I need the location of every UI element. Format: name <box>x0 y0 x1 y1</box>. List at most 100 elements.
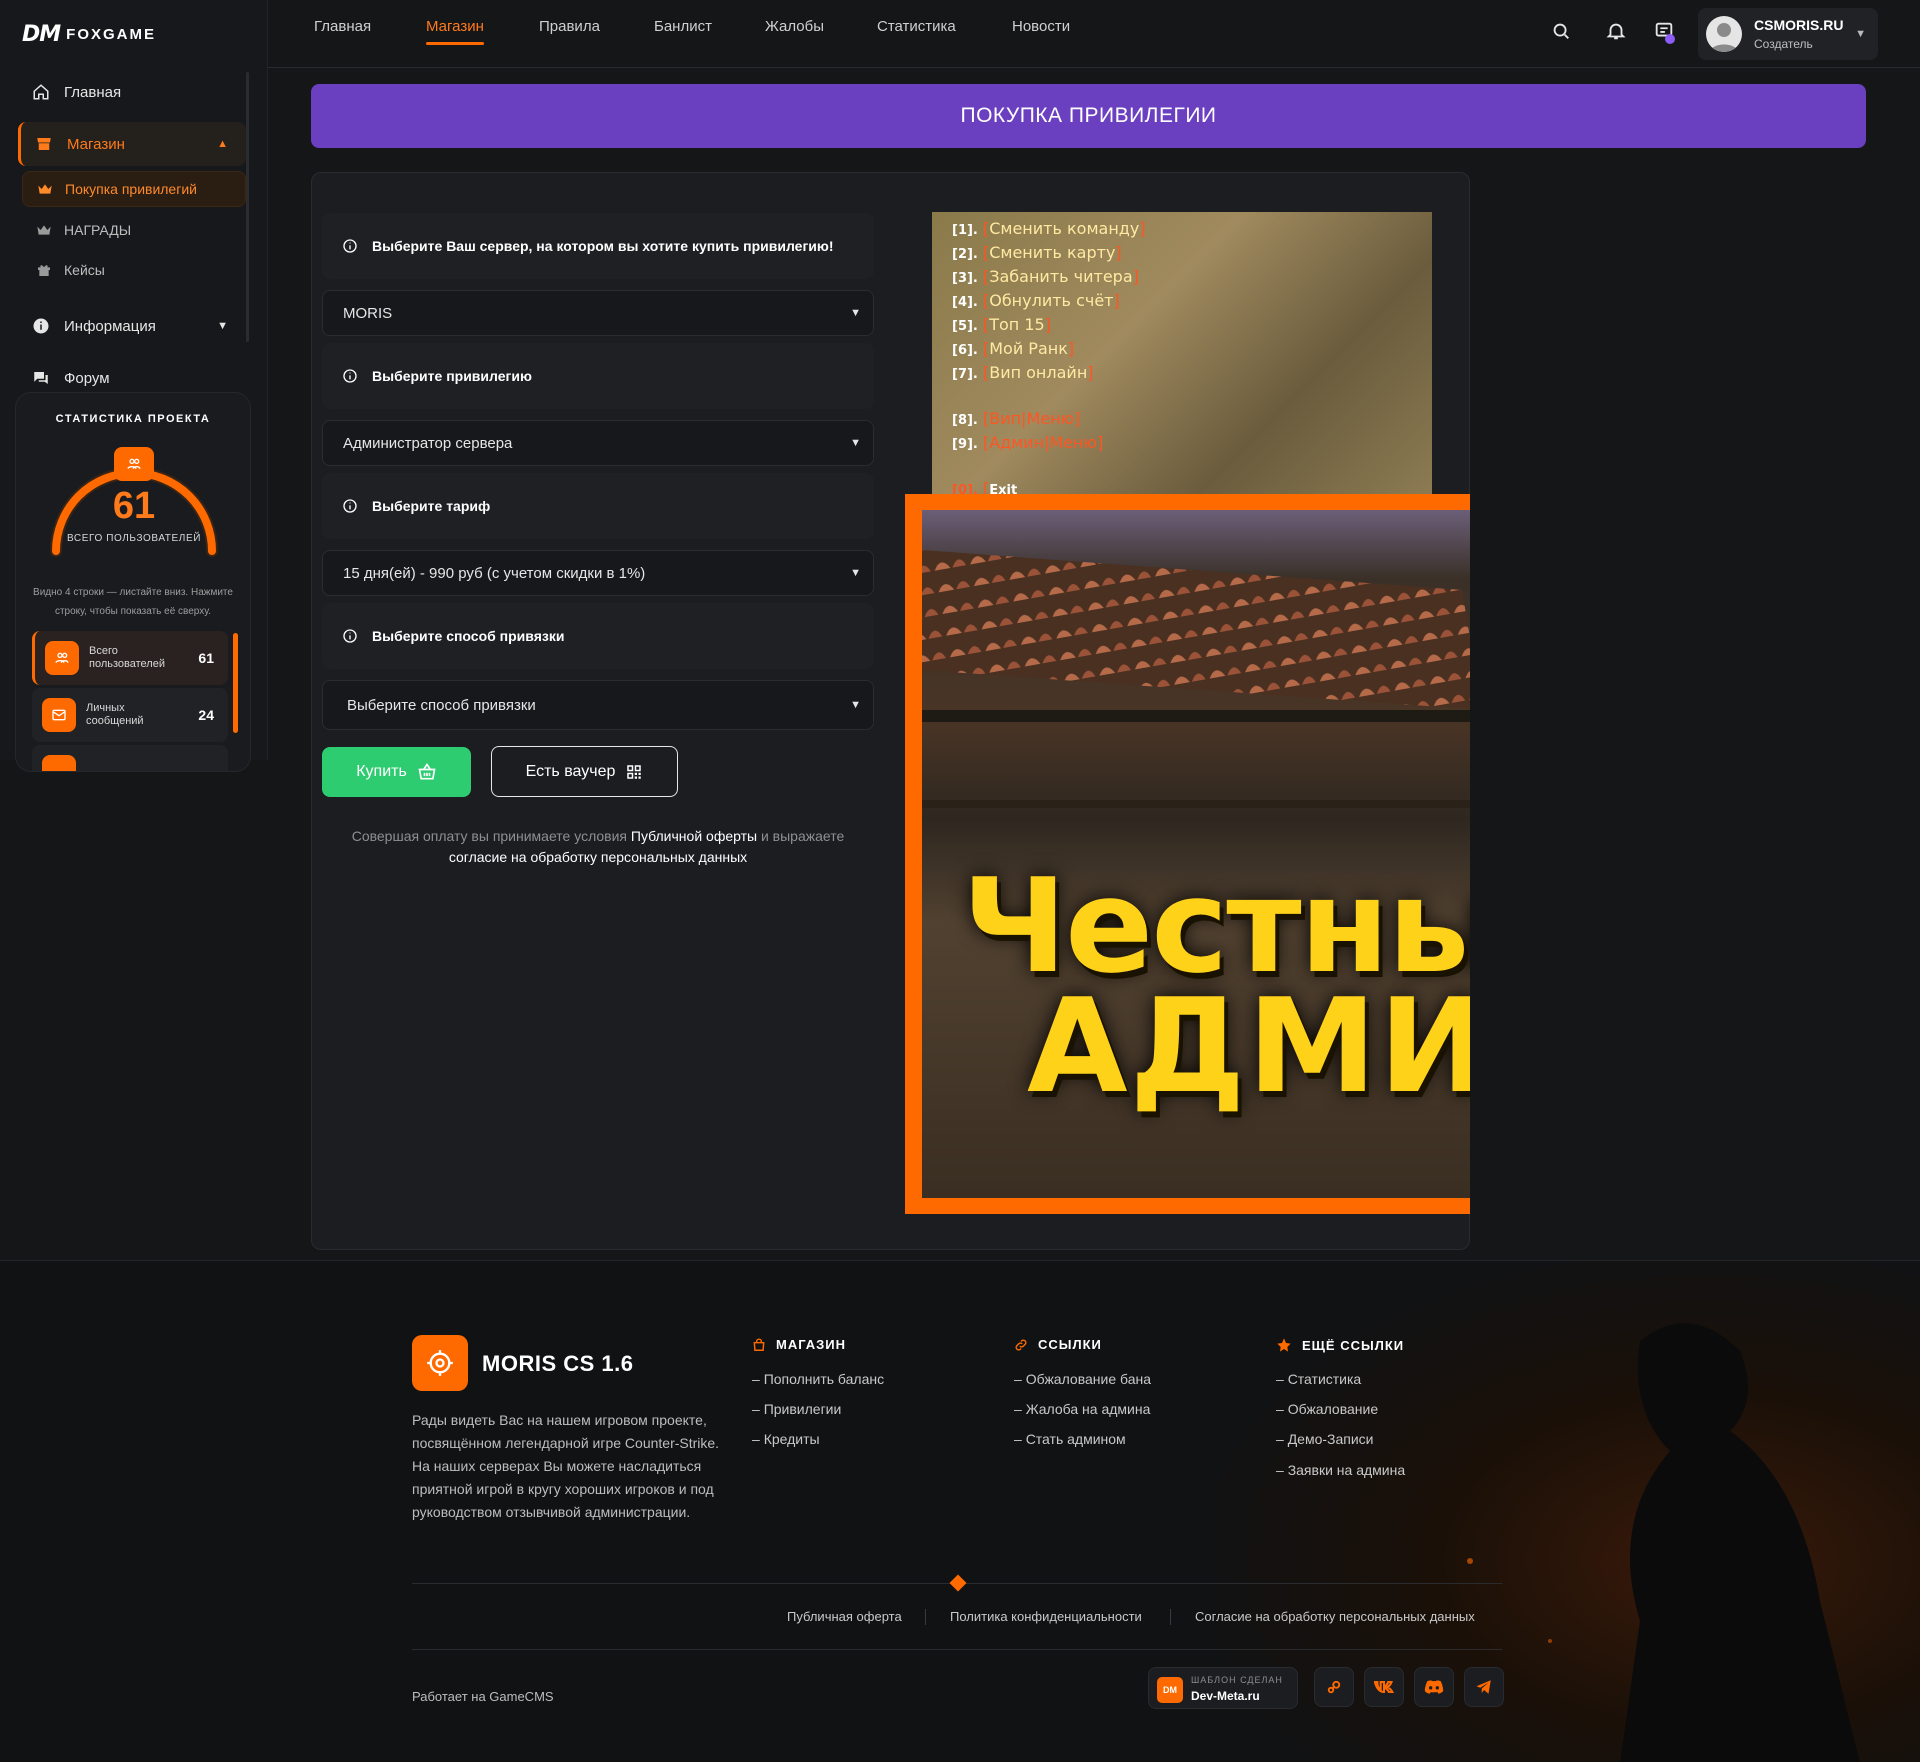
sidebar-item-label: Главная <box>64 83 122 101</box>
binding-select[interactable]: Выберите способ привязки ▼ <box>322 680 874 730</box>
topnav-rules[interactable]: Правила <box>539 18 600 35</box>
sidebar-scrollbar[interactable] <box>246 72 249 342</box>
footer-shop-heading: МАГАЗИН <box>752 1337 846 1352</box>
footer-separator <box>925 1609 926 1625</box>
voucher-button[interactable]: Есть ваучер <box>491 746 678 797</box>
menu-line-num: [3]. <box>952 271 978 286</box>
user-menu[interactable]: CSMORIS.RU Создатель ▼ <box>1698 8 1878 60</box>
store-icon <box>37 138 51 150</box>
sidebar-subitem-cases[interactable]: Кейсы <box>22 252 246 288</box>
menu-line: [4]. [Обнулить счёт] <box>952 291 1120 310</box>
footer-brand: MORIS CS 1.6 <box>482 1351 634 1376</box>
sidebar: DM FOXGAME Главная Магазин ▲ Покупка при… <box>0 0 268 772</box>
menu-line-text: Сменить команду <box>989 219 1140 238</box>
logo-dm: DM <box>22 22 61 47</box>
sidebar-item-info[interactable]: Информация ▼ <box>18 304 246 348</box>
footer-link[interactable]: – Обжалование бана <box>1014 1371 1151 1387</box>
footer-more-title: ЕЩЁ ССЫЛКИ <box>1302 1337 1405 1353</box>
footer-link[interactable]: – Обжалование <box>1276 1401 1378 1417</box>
stat-row-messages[interactable]: Личных сообщений 24 <box>32 688 228 742</box>
avatar <box>1706 16 1742 52</box>
footer-link[interactable]: – Жалоба на админа <box>1014 1401 1150 1417</box>
menu-line: [3]. [Забанить читера] <box>952 267 1139 286</box>
server-select-value: MORIS <box>343 304 393 322</box>
sidebar-subitem-label: Покупка привилегий <box>65 181 197 197</box>
menu-line-num: [2]. <box>952 247 978 262</box>
site-logo[interactable]: DM FOXGAME <box>22 22 156 47</box>
stat-row-partial[interactable] <box>32 745 228 771</box>
menu-line-num: [1]. <box>952 223 978 238</box>
tariff-hint-text: Выберите тариф <box>372 498 491 514</box>
sidebar-subitem-privileges[interactable]: Покупка привилегий <box>22 171 246 207</box>
basket-icon <box>418 762 436 780</box>
buy-button[interactable]: Купить <box>322 747 471 797</box>
footer-link[interactable]: – Демо-Записи <box>1276 1431 1374 1447</box>
footer-personal-data-consent[interactable]: Согласие на обработку персональных данны… <box>1195 1609 1475 1624</box>
stats-scrollbar[interactable] <box>233 633 238 733</box>
sidebar-item-label: Информация <box>64 317 156 335</box>
footer-links-heading: ССЫЛКИ <box>1014 1337 1102 1352</box>
footer-separator <box>1170 1609 1171 1625</box>
template-credit-site: Dev-Meta.ru <box>1191 1689 1260 1703</box>
topnav-news[interactable]: Новости <box>1012 18 1070 35</box>
topnav-banlist[interactable]: Банлист <box>654 18 712 35</box>
menu-line: [7]. [Вип онлайн] <box>952 363 1094 382</box>
footer-link[interactable]: – Заявки на админа <box>1276 1462 1405 1478</box>
public-offer-link[interactable]: Публичной оферты <box>631 828 757 844</box>
buy-button-label: Купить <box>356 763 407 780</box>
personal-data-consent-link[interactable]: согласие на обработку персональных данны… <box>449 849 747 865</box>
topnav-shop[interactable]: Магазин <box>426 18 484 45</box>
stat-row-users[interactable]: Всего пользователей 61 <box>32 631 228 685</box>
menu-line-text: Сменить карту <box>989 243 1116 262</box>
footer-link[interactable]: – Кредиты <box>752 1431 820 1447</box>
sidebar-subitem-rewards[interactable]: НАГРАДЫ <box>22 212 246 248</box>
qr-code-icon <box>627 764 642 779</box>
menu-line: [5]. [Топ 15] <box>952 315 1051 334</box>
sidebar-item-shop[interactable]: Магазин ▲ <box>18 122 246 166</box>
menu-line: [8]. [Вип|Меню] <box>952 409 1081 428</box>
discord-icon[interactable] <box>1414 1667 1454 1707</box>
steam-icon[interactable] <box>1314 1667 1354 1707</box>
tariff-select[interactable]: 15 дня(ей) - 990 руб (с учетом скидки в … <box>322 550 874 596</box>
footer-link[interactable]: – Статистика <box>1276 1371 1361 1387</box>
server-select[interactable]: MORIS ▼ <box>322 290 874 336</box>
chevron-down-icon: ▼ <box>850 307 861 319</box>
footer-description: Рады видеть Вас на нашем игровом проекте… <box>412 1412 720 1520</box>
footer-privacy-policy[interactable]: Политика конфиденциальности <box>950 1609 1142 1624</box>
sidebar-item-home[interactable]: Главная <box>18 70 246 114</box>
menu-line-text: Exit <box>989 483 1018 494</box>
menu-line-num: [7]. <box>952 367 978 382</box>
footer-link[interactable]: – Привилегии <box>752 1401 841 1417</box>
menu-line-text: Забанить читера <box>989 267 1133 286</box>
game-menu-preview: [1]. [Сменить команду] [2]. [Сменить кар… <box>932 212 1432 494</box>
menu-line-num: [0]. <box>952 483 978 494</box>
stat-row-value: 24 <box>198 707 214 723</box>
tariff-select-value: 15 дня(ей) - 990 руб (с учетом скидки в … <box>343 564 646 582</box>
voucher-button-label: Есть ваучер <box>525 762 616 780</box>
vk-icon[interactable] <box>1364 1667 1404 1707</box>
menu-line: [0]. [Exit <box>952 478 1146 494</box>
topnav-complaints[interactable]: Жалобы <box>765 18 824 35</box>
terms-prefix: Совершая оплату вы принимаете условия <box>351 828 628 844</box>
search-icon[interactable] <box>1550 20 1572 42</box>
stats-title: СТАТИСТИКА ПРОЕКТА <box>55 413 211 425</box>
stats-gauge-value: 61 <box>112 485 156 527</box>
footer-shop-title: МАГАЗИН <box>776 1337 847 1352</box>
menu-line-text: Админ|Меню <box>989 433 1098 452</box>
page-title-banner: ПОКУПКА ПРИВИЛЕГИИ <box>311 84 1866 148</box>
chevron-down-icon: ▼ <box>850 437 861 449</box>
topnav-stats[interactable]: Статистика <box>877 18 956 35</box>
crosshair-logo-icon <box>412 1335 468 1391</box>
crown-icon <box>37 225 51 235</box>
footer-link[interactable]: – Стать админом <box>1014 1431 1126 1447</box>
footer-link[interactable]: – Пополнить баланс <box>752 1371 884 1387</box>
menu-line-num: [5]. <box>952 319 978 334</box>
bell-icon[interactable] <box>1605 20 1627 42</box>
privilege-select[interactable]: Администратор сервера ▼ <box>322 420 874 466</box>
telegram-icon[interactable] <box>1464 1667 1504 1707</box>
footer-public-offer[interactable]: Публичная оферта <box>787 1609 902 1624</box>
topnav-home[interactable]: Главная <box>314 18 371 35</box>
chevron-up-icon: ▲ <box>217 138 228 150</box>
template-credit[interactable]: DM ШАБЛОН СДЕЛАН Dev-Meta.ru <box>1148 1667 1298 1709</box>
template-credit-label: ШАБЛОН СДЕЛАН <box>1191 1675 1283 1685</box>
